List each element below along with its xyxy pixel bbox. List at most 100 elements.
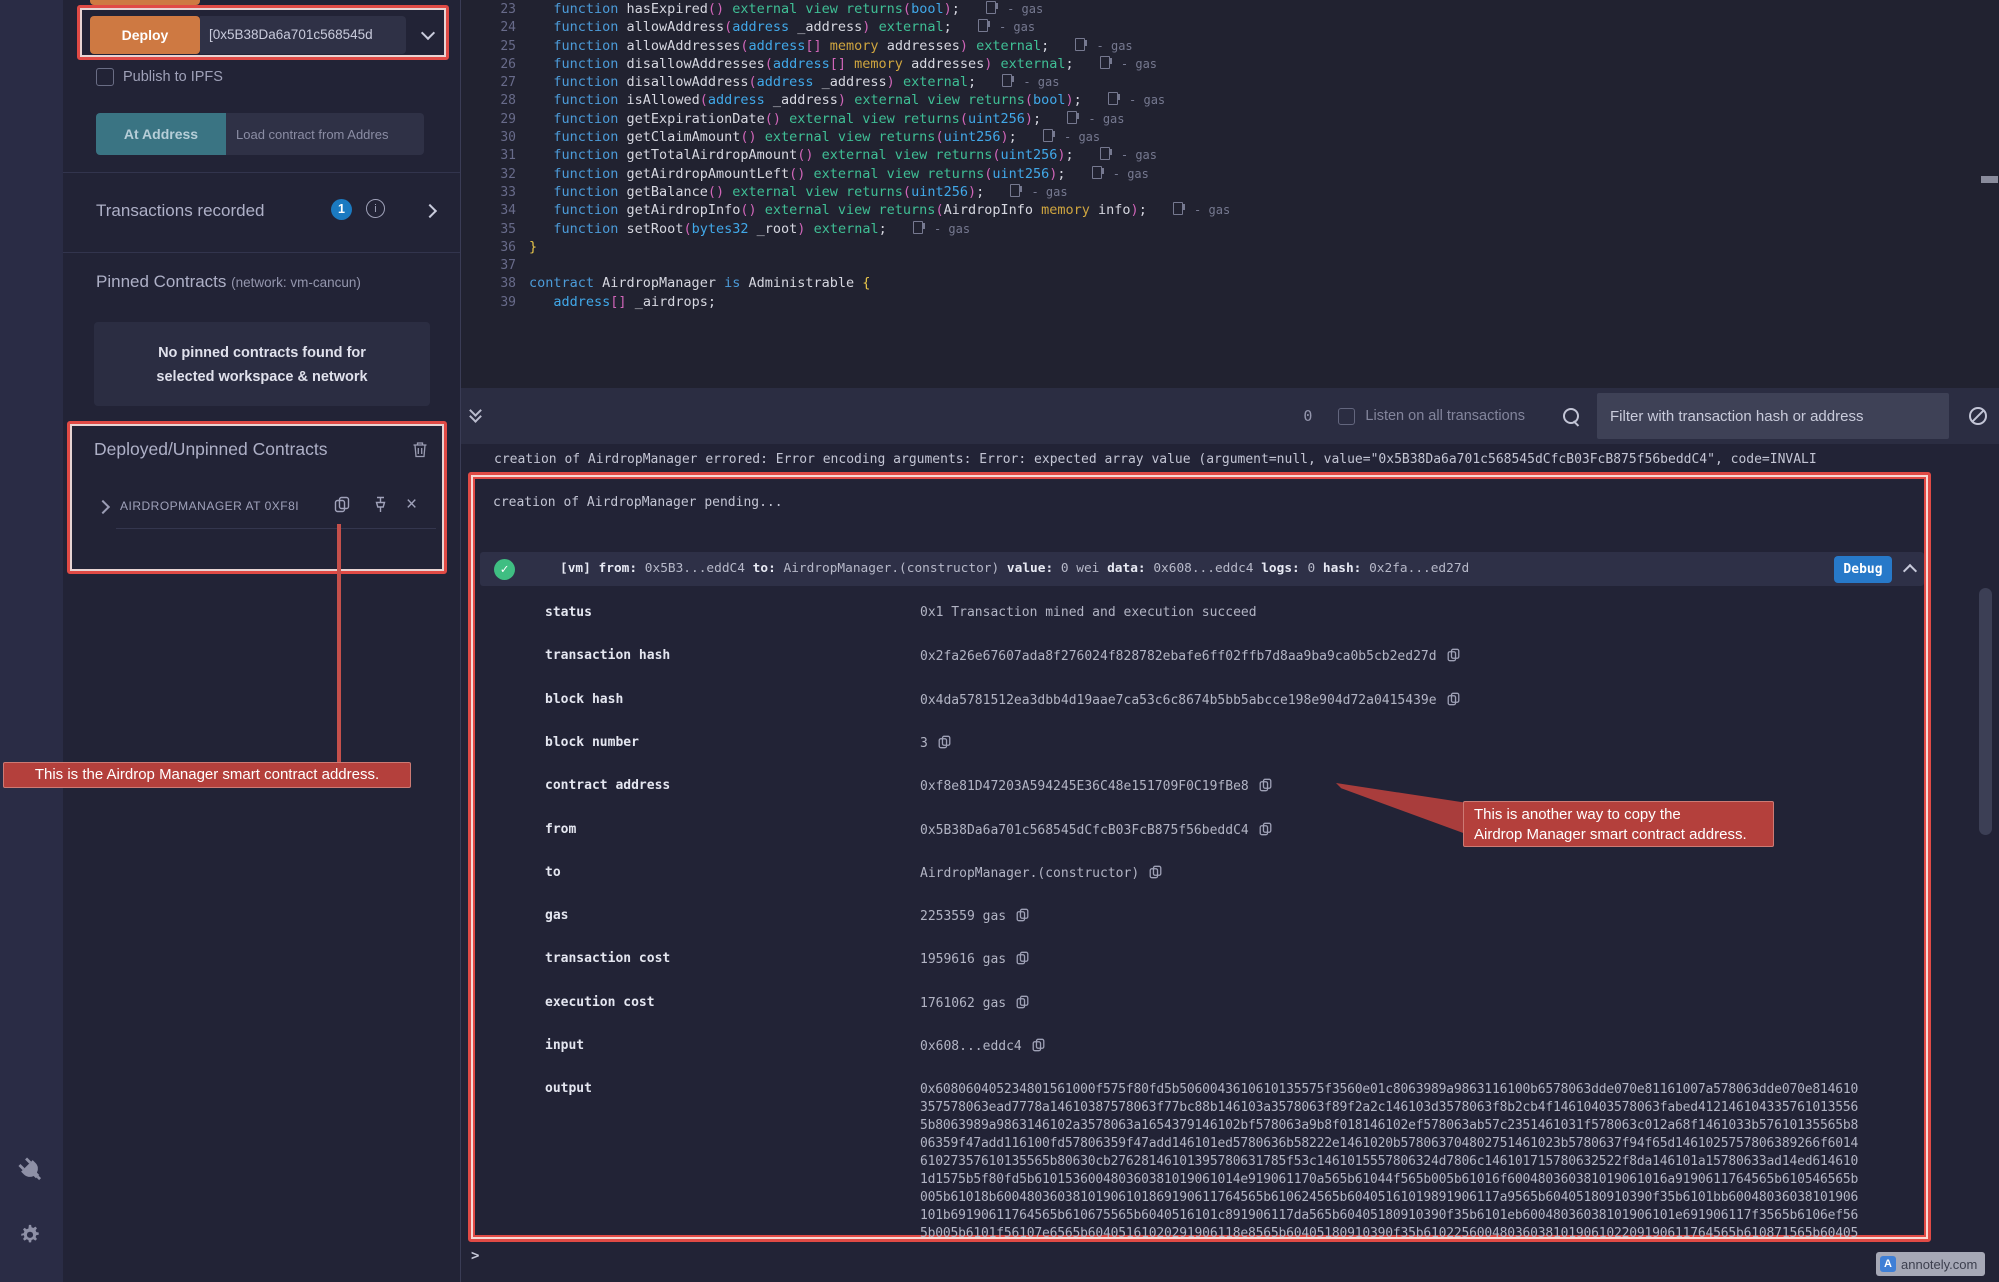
pending-count: 0 (1303, 407, 1312, 425)
code-line: 37 (461, 256, 1999, 274)
terminal-scrollbar-thumb[interactable] (1979, 588, 1992, 835)
copy-icon[interactable] (1259, 778, 1272, 792)
line-number: 39 (461, 294, 529, 312)
gas-estimate-hint: - gas (1100, 148, 1157, 162)
code-line: 27 function disallowAddress(address _add… (461, 73, 1999, 91)
constructor-args-input[interactable]: [0x5B38Da6a701c568545d (200, 16, 406, 54)
code-line: 33 function getBalance() external view r… (461, 183, 1999, 201)
terminal-toolbar: 0 Listen on all transactions (461, 388, 1999, 444)
at-address-button[interactable]: At Address (96, 113, 226, 155)
collapse-terminal-icon[interactable] (471, 406, 480, 421)
deploy-button[interactable]: Deploy (90, 16, 200, 54)
gas-estimate-hint: - gas (1100, 57, 1157, 71)
gas-pump-icon (1173, 202, 1183, 215)
receipt-value: 0xf8e81D47203A594245E36C48e151709F0C19fB… (920, 778, 1272, 794)
watermark: A annotely.com (1876, 1252, 1985, 1276)
receipt-value: 1761062 gas (920, 995, 1029, 1011)
pin-contract-icon[interactable] (373, 496, 388, 513)
receipt-label: gas (545, 908, 568, 923)
code-line: 30 function getClaimAmount() external vi… (461, 128, 1999, 146)
receipt-row: input0x608...eddc4 (471, 1038, 1928, 1058)
publish-ipfs-label: Publish to IPFS (123, 69, 223, 85)
copy-icon[interactable] (1149, 865, 1162, 879)
divider (63, 172, 460, 173)
filter-input[interactable] (1597, 393, 1949, 439)
code-line: 35 function setRoot(bytes32 _root) exter… (461, 220, 1999, 238)
gas-pump-icon (1108, 92, 1118, 105)
listen-transactions-label: Listen on all transactions (1365, 408, 1525, 424)
annotation-connector-line (337, 524, 341, 764)
line-number: 38 (461, 275, 529, 293)
chevron-down-icon[interactable] (421, 26, 435, 40)
code-line: 32 function getAirdropAmountLeft() exter… (461, 165, 1999, 183)
gas-pump-icon (1100, 56, 1110, 69)
copy-icon[interactable] (1032, 1038, 1045, 1052)
gas-pump-icon (1067, 111, 1077, 124)
code-line: 28 function isAllowed(address _address) … (461, 91, 1999, 109)
line-number: 28 (461, 92, 529, 110)
line-number: 29 (461, 111, 529, 129)
receipt-label: block hash (545, 692, 623, 707)
copy-icon[interactable] (1016, 908, 1029, 922)
chevron-right-icon[interactable] (423, 204, 437, 218)
search-icon[interactable] (1563, 408, 1579, 424)
copy-address-icon[interactable] (334, 496, 350, 513)
transactions-count-badge: 1 (331, 199, 352, 220)
line-number: 32 (461, 166, 529, 184)
receipt-value: 0x4da5781512ea3dbb4d19aae7ca53c6c8674b5b… (920, 692, 1460, 708)
gas-estimate-hint: - gas (1067, 112, 1124, 126)
gas-pump-icon (1100, 147, 1110, 160)
copy-icon[interactable] (1447, 648, 1460, 662)
listen-transactions-checkbox[interactable] (1338, 408, 1355, 425)
gas-estimate-hint: - gas (913, 222, 970, 236)
line-number: 24 (461, 19, 529, 37)
receipt-label: transaction hash (545, 648, 670, 663)
receipt-value: 0x608060405234801561000f575f80fd5b506004… (920, 1081, 1858, 1243)
deployed-contract-row[interactable]: AIRDROPMANAGER AT 0XF8I × (70, 494, 444, 520)
receipt-label: transaction cost (545, 951, 670, 966)
transaction-summary-row[interactable]: ✓ [vm] from: 0x5B3...eddC4 to: AirdropMa… (480, 552, 1924, 586)
expand-contract-icon[interactable] (96, 500, 110, 514)
code-line: 31 function getTotalAirdropAmount() exte… (461, 146, 1999, 164)
no-pinned-line2: selected workspace & network (94, 365, 430, 389)
gas-pump-icon (1075, 38, 1085, 51)
deployed-contract-label[interactable]: AIRDROPMANAGER AT 0XF8I (120, 499, 299, 513)
code-editor[interactable]: 23 function hasExpired() external view r… (461, 0, 1999, 388)
line-number: 23 (461, 1, 529, 19)
debug-button[interactable]: Debug (1834, 556, 1892, 583)
editor-scrollbar-thumb[interactable] (1981, 176, 1998, 183)
copy-icon[interactable] (1259, 822, 1272, 836)
plugin-manager-icon[interactable] (17, 1156, 45, 1184)
trash-icon[interactable] (412, 441, 428, 458)
at-address-input[interactable] (226, 113, 424, 155)
deploy-run-panel: Deploy [0x5B38Da6a701c568545d Publish to… (63, 0, 461, 1282)
annotation-rect-deploy: Deploy [0x5B38Da6a701c568545d (77, 5, 449, 60)
gas-pump-icon (978, 19, 988, 32)
gas-pump-icon (1043, 129, 1053, 142)
receipt-value: 2253559 gas (920, 908, 1029, 924)
info-icon[interactable]: i (366, 199, 385, 218)
gas-estimate-hint: - gas (1108, 93, 1165, 107)
receipt-value: 0x5B38Da6a701c568545dCfcB03FcB875f56bedd… (920, 822, 1272, 838)
terminal-prompt[interactable]: > (471, 1248, 479, 1264)
copy-icon[interactable] (1016, 951, 1029, 965)
receipt-value: 0x1 Transaction mined and execution succ… (920, 605, 1257, 620)
settings-gear-icon[interactable] (19, 1224, 41, 1246)
copy-icon[interactable] (1016, 995, 1029, 1009)
annotation-note-2-line2: Airdrop Manager smart contract address. (1474, 825, 1763, 845)
publish-ipfs-checkbox[interactable] (96, 68, 114, 86)
receipt-value: 0x2fa26e67607ada8f276024f828782ebafe6ff0… (920, 648, 1460, 664)
annotation-note-1: This is the Airdrop Manager smart contra… (3, 762, 411, 788)
terminal: creation of AirdropManager errored: Erro… (461, 444, 1999, 1282)
chevron-up-icon[interactable] (1903, 564, 1917, 578)
gas-estimate-hint: - gas (1002, 75, 1059, 89)
copy-icon[interactable] (1447, 692, 1460, 706)
gas-estimate-hint: - gas (1043, 130, 1100, 144)
gas-pump-icon (1092, 166, 1102, 179)
gas-estimate-hint: - gas (1173, 203, 1230, 217)
remove-contract-icon[interactable]: × (406, 495, 417, 514)
annotation-note-2-line1: This is another way to copy the (1474, 805, 1763, 825)
line-number: 27 (461, 74, 529, 92)
clear-console-icon[interactable] (1969, 407, 1987, 425)
copy-icon[interactable] (938, 735, 951, 749)
